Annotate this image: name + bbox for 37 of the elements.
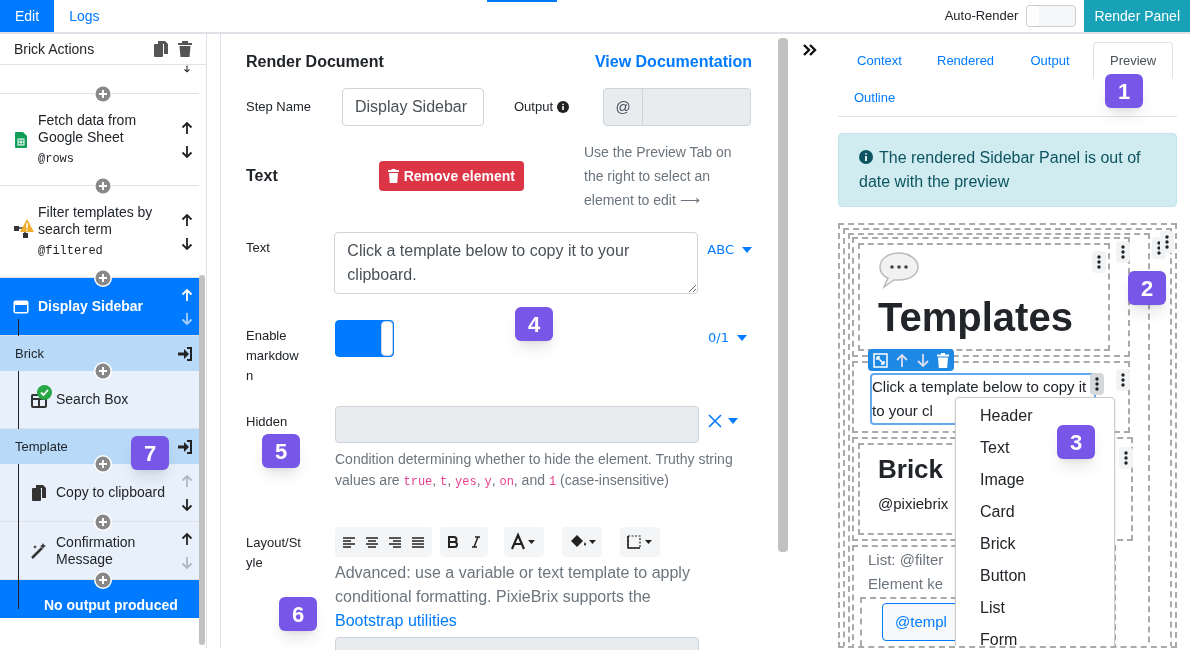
field-label: Text xyxy=(246,239,271,257)
card-title: Brick xyxy=(878,453,944,485)
slot-header: Brick xyxy=(15,344,44,363)
field-label: Enable markdown xyxy=(246,327,300,385)
element-heading: Text xyxy=(246,166,279,186)
step-badge: 1 xyxy=(1105,74,1143,108)
brick-title: Confirmation Message xyxy=(56,533,137,568)
slot-header: Template xyxy=(15,437,68,456)
list-label: List: @filter xyxy=(868,550,944,570)
field-label: Layout/Style xyxy=(246,534,302,572)
info-alert: The rendered Sidebar Panel is out of date with the preview xyxy=(838,133,1177,207)
step-badge: 5 xyxy=(262,434,300,468)
section-title: Render Document xyxy=(246,52,384,72)
step-badge: 6 xyxy=(279,597,317,631)
step-badge: 2 xyxy=(1128,271,1166,305)
element-key-label: Element ke xyxy=(868,574,944,594)
output-note: No output produced xyxy=(0,580,199,618)
brick-title: Display Sidebar xyxy=(38,298,145,315)
field-label: Hidden xyxy=(246,413,289,431)
auto-render-label: Auto-Render xyxy=(944,7,1019,26)
hint-text: Use the Preview Tab on the right to select an element to edit ⟶ xyxy=(584,143,733,210)
brick-title: Filter templates by search term xyxy=(38,203,154,238)
step-badge: 7 xyxy=(131,436,169,470)
card-subtitle: @pixiebrix xyxy=(878,494,949,514)
output-variable: @filtered xyxy=(38,242,104,260)
field-label: Output xyxy=(514,98,554,117)
input-prefix: @ xyxy=(604,89,643,125)
panel-title: Brick Actions xyxy=(14,39,96,59)
brick-title: Fetch data from Google Sheet xyxy=(38,111,138,146)
field-label: Step Name xyxy=(246,98,313,117)
output-variable: @rows xyxy=(38,150,75,168)
step-badge: 3 xyxy=(1057,425,1095,459)
help-text: Advanced: use a variable or text template to apply conditional formatting. PixieBrix supports the Bootstrap utilities xyxy=(335,563,691,631)
brick-title: Copy to clipboard xyxy=(56,484,166,501)
preview-heading: Templates xyxy=(878,294,1074,341)
brick-title: Search Box xyxy=(56,391,130,408)
step-badge: 4 xyxy=(515,307,553,341)
